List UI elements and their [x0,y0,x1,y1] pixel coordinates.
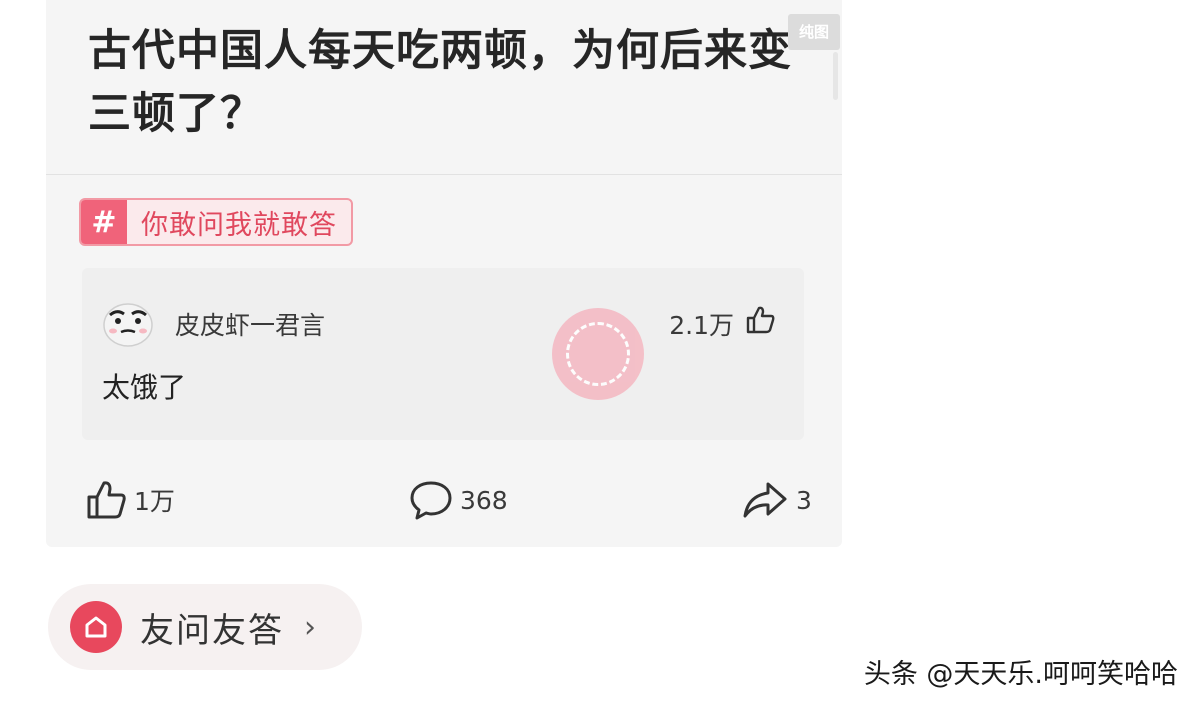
like-count: 1万 [134,487,175,516]
friends-qa-entry[interactable]: 友问友答 › [48,584,362,670]
answer-author[interactable]: 皮皮虾一君言 [175,306,325,342]
share-button[interactable]: 3 [740,478,812,522]
comment-count: 368 [460,485,508,515]
top-answer-box[interactable]: 皮皮虾一君言 2.1万 太饿了 [82,268,804,440]
divider [46,174,842,175]
image-only-tag: 纯图 [788,14,840,50]
scrollbar[interactable] [833,52,838,100]
chevron-right-icon: › [304,609,316,645]
answer-like-count: 2.1万 [669,311,734,340]
share-arrow-icon [743,482,787,518]
pink-stamp-icon [552,308,644,400]
thumbs-up-icon [87,481,126,519]
answer-text[interactable]: 太饿了 [102,366,186,406]
question-card[interactable]: 古代中国人每天吃两顿，为何后来变三顿了？ 纯图 # 你敢问我就敢答 皮皮虾一君言… [46,0,842,547]
comment-button[interactable]: 368 [408,478,508,522]
friends-qa-label: 友问友答 [140,610,284,651]
topic-tag[interactable]: # 你敢问我就敢答 [79,198,353,246]
like-button[interactable]: 1万 [84,478,175,522]
question-title[interactable]: 古代中国人每天吃两顿，为何后来变三顿了？ [88,20,798,146]
watermark: 头条 @天天乐.呵呵笑哈哈 [863,659,1178,690]
comment-icon [410,481,452,520]
home-icon [70,601,122,653]
action-bar: 1万 368 3 [46,470,842,530]
hash-icon: # [81,200,127,244]
thumbs-up-icon[interactable] [744,304,776,336]
avatar[interactable] [100,298,156,348]
topic-label: 你敢问我就敢答 [141,209,337,241]
share-count: 3 [796,485,812,515]
